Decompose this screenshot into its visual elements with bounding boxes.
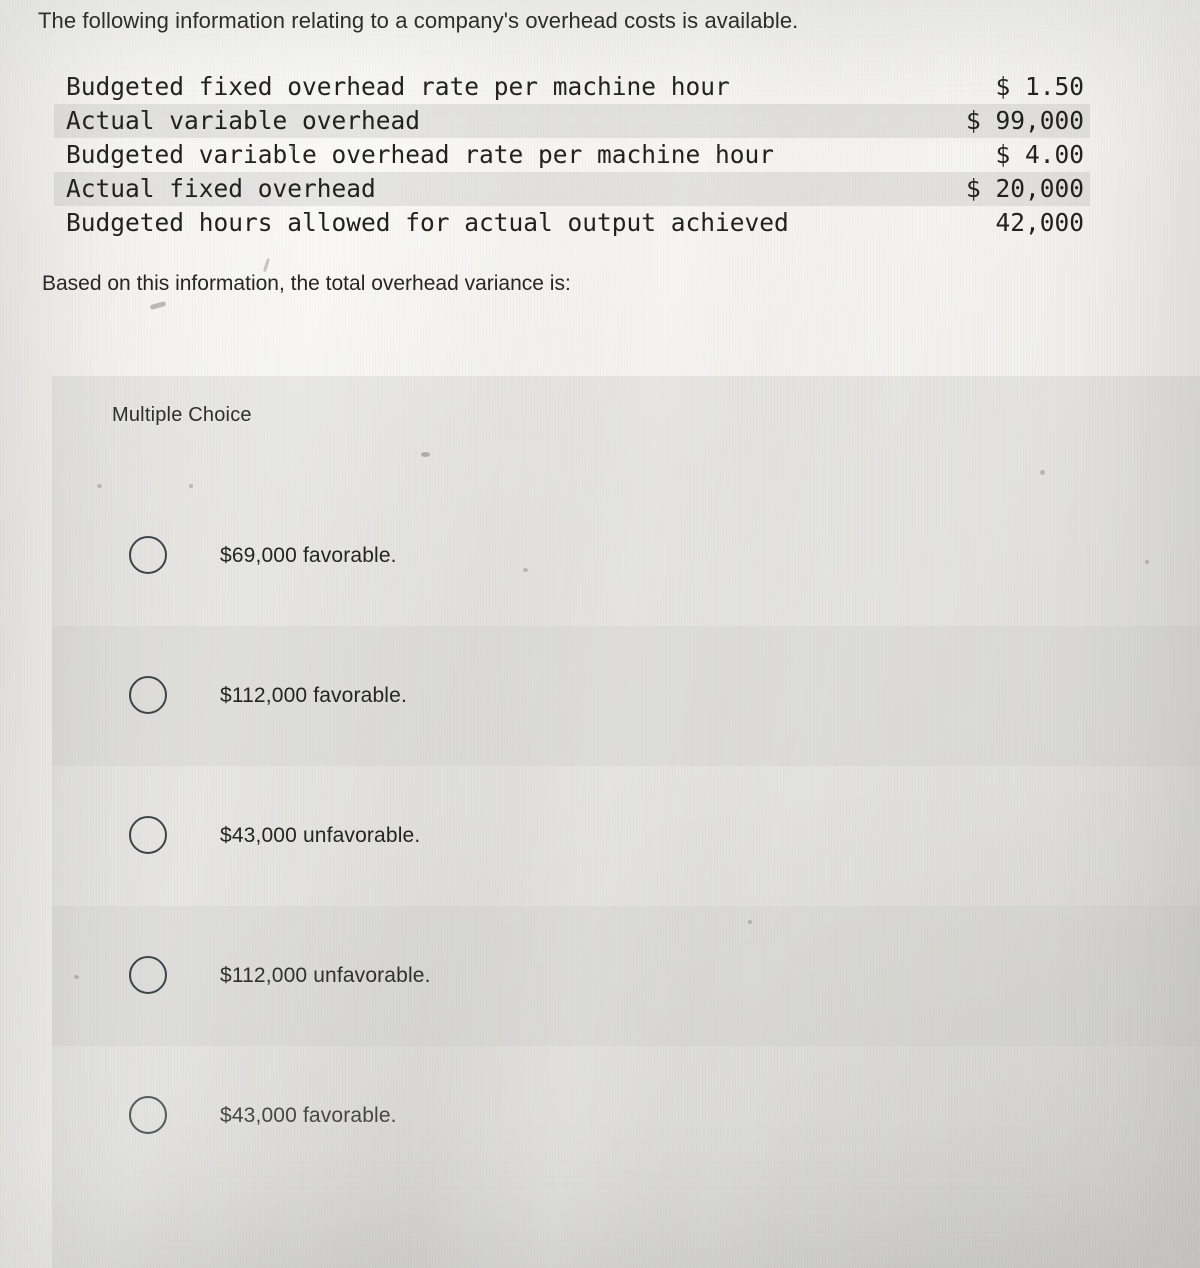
dust-speck — [291, 146, 295, 150]
answer-option-label: $112,000 favorable. — [220, 684, 407, 707]
radio-button-icon[interactable] — [129, 676, 167, 714]
radio-button-icon[interactable] — [129, 816, 167, 854]
dust-speck — [189, 484, 193, 488]
radio-button-icon[interactable] — [129, 956, 167, 994]
fact-value: $ 4.00 — [995, 140, 1084, 169]
answer-option[interactable]: $112,000 unfavorable. — [52, 906, 1200, 1046]
facts-table-row: Budgeted hours allowed for actual output… — [54, 206, 1090, 240]
answer-option[interactable]: $43,000 favorable. — [52, 1046, 1200, 1186]
dust-speck — [748, 920, 752, 924]
dust-speck — [421, 452, 430, 457]
answer-option-label: $69,000 favorable. — [220, 544, 397, 567]
facts-table-row: Budgeted fixed overhead rate per machine… — [54, 70, 1090, 104]
answer-option-label: $112,000 unfavorable. — [220, 964, 431, 987]
fact-value: 42,000 — [995, 208, 1084, 237]
radio-button-icon[interactable] — [129, 536, 167, 574]
facts-table-row: Actual fixed overhead $ 20,000 — [54, 172, 1090, 206]
fact-label: Budgeted fixed overhead rate per machine… — [66, 72, 730, 101]
answer-panel-heading: Multiple Choice — [112, 404, 252, 426]
answer-panel: Multiple Choice $69,000 favorable. $112,0… — [52, 376, 1200, 1268]
dust-speck — [523, 568, 528, 572]
fact-label: Actual fixed overhead — [54, 172, 941, 206]
answer-option[interactable]: $69,000 favorable. — [52, 486, 1200, 626]
question-stem: The following information relating to a … — [38, 8, 799, 33]
fact-label: Budgeted hours allowed for actual output… — [66, 208, 789, 237]
fact-value: $ 1.50 — [995, 72, 1084, 101]
facts-table-body: Budgeted fixed overhead rate per machine… — [54, 70, 1090, 240]
radio-button-icon[interactable] — [129, 1096, 167, 1134]
answer-option[interactable]: $112,000 favorable. — [52, 626, 1200, 766]
answer-option-list: $69,000 favorable. $112,000 favorable. $43… — [52, 486, 1200, 1186]
facts-table-row: Budgeted variable overhead rate per mach… — [54, 138, 1090, 172]
fact-label: Budgeted variable overhead rate per mach… — [66, 140, 775, 169]
dust-speck — [74, 975, 79, 979]
fact-value: $ 99,000 — [940, 104, 1090, 138]
dust-speck — [97, 484, 102, 488]
dust-speck — [1145, 560, 1149, 564]
answer-option[interactable]: $43,000 unfavorable. — [52, 766, 1200, 906]
page-content: The following information relating to a … — [0, 0, 1200, 1268]
fact-value: $ 20,000 — [940, 172, 1090, 206]
dust-speck — [1040, 470, 1045, 475]
answer-option-label: $43,000 unfavorable. — [220, 824, 421, 847]
fact-label: Actual variable overhead — [54, 104, 941, 138]
overhead-facts-table: Budgeted fixed overhead rate per machine… — [54, 70, 1090, 240]
dust-speck — [149, 300, 167, 311]
facts-table-row: Actual variable overhead $ 99,000 — [54, 104, 1090, 138]
question-prompt: Based on this information, the total ove… — [42, 272, 571, 295]
answer-option-label: $43,000 favorable. — [220, 1104, 397, 1127]
